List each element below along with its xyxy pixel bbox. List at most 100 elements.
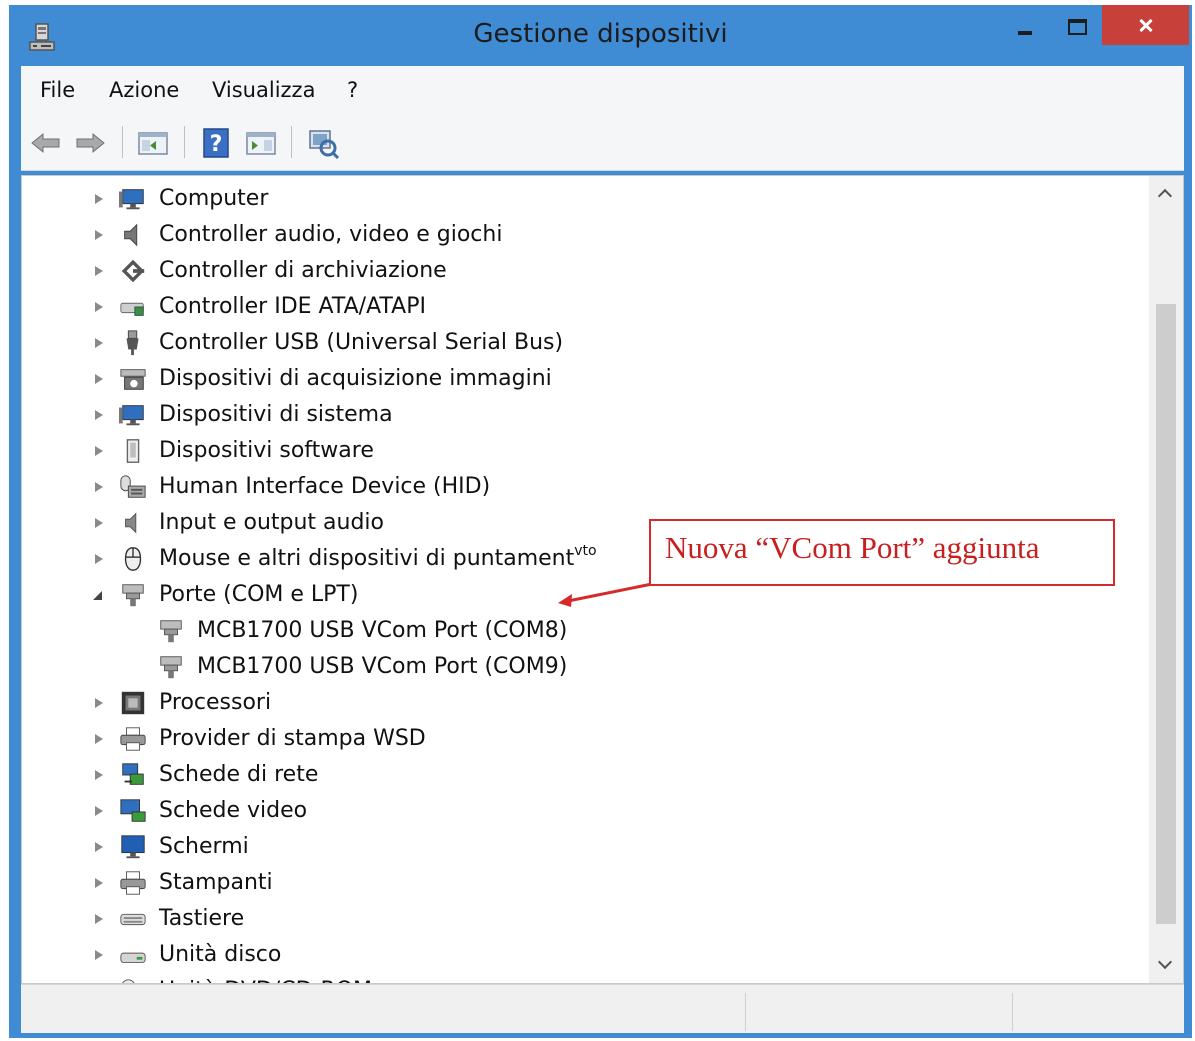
tree-item-label: Dispositivi software (159, 438, 374, 463)
tree-item-label: Tastiere (159, 906, 245, 931)
keyboard-icon (120, 913, 146, 926)
collapsed-arrow-icon[interactable] (92, 326, 106, 360)
tree-item-label: Dispositivi di sistema (159, 402, 393, 427)
port-icon (160, 656, 182, 679)
tree-category-item[interactable]: Dispositivi di sistema (22, 398, 1122, 432)
tree-item-label-fragment: vto (574, 543, 597, 559)
properties-icon[interactable] (244, 126, 278, 160)
printer-icon (120, 871, 146, 895)
port-icon (122, 584, 144, 607)
collapsed-arrow-icon[interactable] (92, 686, 106, 720)
hid-icon (120, 475, 146, 498)
network-adapter-icon (122, 763, 144, 785)
collapsed-arrow-icon[interactable] (92, 542, 106, 576)
tree-category-item[interactable]: Tastiere (22, 902, 1122, 936)
minimize-button[interactable] (1002, 5, 1046, 45)
collapsed-arrow-icon[interactable] (92, 290, 106, 324)
tree-category-item[interactable]: Controller USB (Universal Serial Bus) (22, 326, 1122, 360)
tree-item-label: Input e output audio (159, 510, 385, 535)
annotation-arrow (558, 582, 653, 607)
collapsed-arrow-icon[interactable] (92, 866, 106, 900)
tree-category-item[interactable]: Dispositivi software (22, 434, 1122, 468)
scanner-camera-icon (120, 369, 146, 390)
tree-category-item[interactable]: Unità DVD/CD-ROM (22, 974, 1122, 983)
tree-category-item[interactable]: Controller audio, video e giochi (22, 218, 1122, 252)
tree-category-item[interactable]: Computer (22, 182, 1122, 216)
tree-item-label: Mouse e altri dispositivi di puntamentvt… (159, 543, 597, 571)
tree-category-item[interactable]: Dispositivi di acquisizione immagini (22, 362, 1122, 396)
collapsed-arrow-icon[interactable] (92, 938, 106, 972)
tree-category-item[interactable]: Schede di rete (22, 758, 1122, 792)
tree-item-label: Stampanti (159, 870, 273, 895)
collapsed-arrow-icon[interactable] (92, 758, 106, 792)
collapsed-arrow-icon[interactable] (92, 830, 106, 864)
usb-icon (126, 330, 139, 356)
scan-hardware-icon[interactable] (306, 126, 340, 160)
collapsed-arrow-icon[interactable] (92, 974, 106, 983)
processor-icon (121, 691, 145, 715)
tree-category-item[interactable]: Schede video (22, 794, 1122, 828)
tree-item-label: Schede di rete (159, 762, 319, 787)
collapsed-arrow-icon[interactable] (92, 434, 106, 468)
tree-item-label: Processori (159, 690, 272, 715)
collapsed-arrow-icon[interactable] (92, 722, 106, 756)
collapsed-arrow-icon[interactable] (92, 902, 106, 936)
annotation-text: Nuova “VCom Port” aggiunta (665, 530, 1040, 565)
status-divider (1012, 993, 1013, 1031)
scroll-up-button[interactable] (1149, 176, 1183, 210)
tree-category-item[interactable]: Stampanti (22, 866, 1122, 900)
collapsed-arrow-icon[interactable] (92, 362, 106, 396)
menu-file[interactable]: File (40, 78, 75, 102)
software-device-icon (126, 439, 140, 463)
menu-bar: File Azione Visualizza ? (21, 66, 1184, 116)
menu-azione[interactable]: Azione (109, 78, 179, 102)
collapsed-arrow-icon[interactable] (92, 794, 106, 828)
mouse-icon (124, 547, 142, 571)
expanded-arrow-icon[interactable] (92, 578, 106, 612)
tree-category-item[interactable]: Provider di stampa WSD (22, 722, 1122, 756)
tree-category-item[interactable]: Unità disco (22, 938, 1122, 972)
tree-child-item[interactable]: MCB1700 USB VCom Port (COM9) (22, 650, 1122, 684)
console-tree-icon[interactable] (136, 126, 170, 160)
menu-help[interactable]: ? (347, 78, 358, 102)
disk-drive-icon (120, 952, 146, 963)
collapsed-arrow-icon[interactable] (92, 506, 106, 540)
tree-item-label: MCB1700 USB VCom Port (COM8) (197, 618, 568, 643)
tree-item-label: Computer (159, 186, 269, 211)
maximize-button[interactable] (1054, 5, 1098, 45)
forward-arrow-icon[interactable] (73, 126, 107, 160)
tree-item-label: Human Interface Device (HID) (159, 474, 491, 499)
collapsed-arrow-icon[interactable] (92, 398, 106, 432)
vertical-scrollbar[interactable] (1149, 176, 1183, 983)
collapsed-arrow-icon[interactable] (92, 470, 106, 504)
tree-item-label: Controller audio, video e giochi (159, 222, 503, 247)
tree-item-label: Unità disco (159, 942, 282, 967)
tree-category-item[interactable]: Human Interface Device (HID) (22, 470, 1122, 504)
tree-category-item[interactable]: Controller di archiviazione (22, 254, 1122, 288)
menu-visualizza[interactable]: Visualizza (212, 78, 315, 102)
toolbar: ? (21, 116, 1184, 171)
system-device-icon (119, 405, 144, 426)
speaker-icon (124, 223, 138, 247)
tree-item-label: Controller di archiviazione (159, 258, 447, 283)
collapsed-arrow-icon[interactable] (92, 218, 106, 252)
scroll-thumb[interactable] (1156, 304, 1176, 924)
close-button[interactable] (1102, 5, 1189, 45)
title-bar[interactable]: Gestione dispositivi (9, 5, 1192, 66)
monitor-icon (121, 835, 145, 859)
toolbar-separator (184, 126, 185, 158)
tree-item-label: Porte (COM e LPT) (159, 582, 359, 607)
help-icon[interactable]: ? (199, 126, 233, 160)
tree-item-label: Controller IDE ATA/ATAPI (159, 294, 426, 319)
tree-category-item[interactable]: Controller IDE ATA/ATAPI (22, 290, 1122, 324)
tree-item-label: Schermi (159, 834, 249, 859)
back-arrow-icon[interactable] (29, 126, 63, 160)
tree-item-label: Dispositivi di acquisizione immagini (159, 366, 552, 391)
tree-category-item[interactable]: Processori (22, 686, 1122, 720)
collapsed-arrow-icon[interactable] (92, 182, 106, 216)
tree-item-label: Controller USB (Universal Serial Bus) (159, 330, 564, 355)
annotation-callout: Nuova “VCom Port” aggiunta (649, 519, 1115, 586)
tree-category-item[interactable]: Schermi (22, 830, 1122, 864)
collapsed-arrow-icon[interactable] (92, 254, 106, 288)
scroll-down-button[interactable] (1149, 949, 1183, 983)
